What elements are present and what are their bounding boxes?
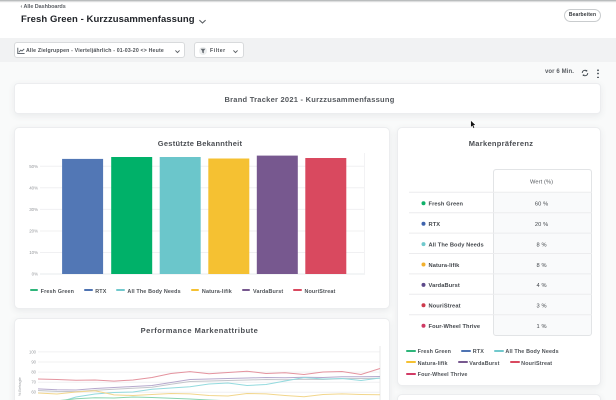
svg-text:Natura-lifik: Natura-lifik: [429, 263, 461, 269]
svg-text:70: 70: [31, 380, 36, 385]
svg-text:Four-Wheel Thrive: Four-Wheel Thrive: [429, 324, 481, 330]
svg-text:Wert (%): Wert (%): [530, 180, 553, 186]
svg-text:90: 90: [31, 359, 36, 364]
svg-text:30%: 30%: [29, 207, 38, 212]
svg-text:60 %: 60 %: [535, 202, 548, 208]
svg-text:All The Body Needs: All The Body Needs: [429, 242, 484, 248]
svg-text:50%: 50%: [29, 164, 38, 169]
svg-text:3 %: 3 %: [537, 304, 547, 310]
svg-text:40%: 40%: [29, 185, 38, 190]
svg-text:20%: 20%: [29, 229, 38, 234]
svg-text:20 %: 20 %: [535, 222, 548, 228]
svg-text:8 %: 8 %: [537, 263, 547, 269]
svg-text:% Befragte: % Befragte: [18, 377, 22, 396]
svg-text:VardaBurst: VardaBurst: [429, 283, 460, 289]
svg-text:4 %: 4 %: [537, 283, 547, 289]
svg-text:80: 80: [31, 370, 36, 375]
svg-text:8 %: 8 %: [537, 242, 547, 248]
svg-text:60: 60: [31, 390, 36, 395]
svg-text:100: 100: [29, 349, 37, 354]
svg-text:1 %: 1 %: [537, 324, 547, 330]
svg-text:RTX: RTX: [429, 222, 441, 228]
svg-text:Fresh Green: Fresh Green: [429, 202, 464, 208]
svg-text:NouriStreat: NouriStreat: [429, 304, 461, 310]
svg-text:10%: 10%: [29, 250, 38, 255]
svg-text:0%: 0%: [32, 272, 38, 277]
